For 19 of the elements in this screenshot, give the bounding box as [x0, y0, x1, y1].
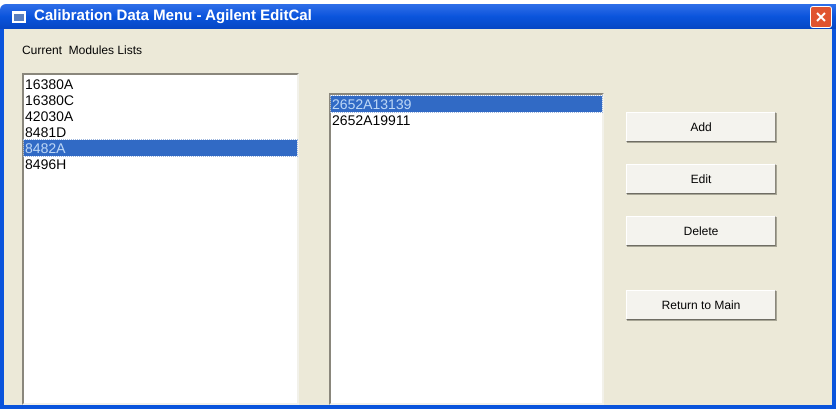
list-box[interactable]: 16380A 16380C 42030A 8481D 8482A 8496H	[22, 73, 299, 405]
list-item[interactable]: 8481D	[24, 124, 297, 140]
action-button[interactable]: Add	[626, 112, 776, 142]
list-item[interactable]: 42030A	[24, 108, 297, 124]
close-button[interactable]	[810, 6, 832, 28]
window-icon	[12, 10, 26, 22]
action-button[interactable]: Return to Main	[626, 290, 776, 320]
modules-label: Current Modules Lists	[22, 42, 144, 59]
list-item[interactable]: 16380A	[24, 76, 297, 92]
list-item[interactable]: 2652A19911	[331, 112, 602, 128]
list-item[interactable]: 8482A	[24, 140, 297, 156]
close-icon	[815, 10, 827, 22]
window-title: Calibration Data Menu - Agilent EditCal	[34, 6, 312, 26]
list-item[interactable]: 8496H	[24, 156, 297, 172]
list-item[interactable]: 16380C	[24, 92, 297, 108]
list-box[interactable]: 2652A13139 2652A19911	[329, 93, 604, 405]
action-button[interactable]: Edit	[626, 164, 776, 194]
list-item[interactable]: 2652A13139	[331, 96, 602, 112]
action-button[interactable]: Delete	[626, 216, 776, 246]
